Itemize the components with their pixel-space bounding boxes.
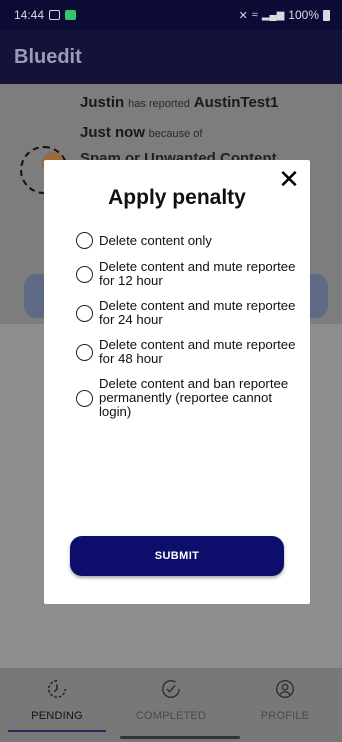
dialog-title: Apply penalty	[108, 186, 246, 209]
option-delete-only[interactable]: Delete content only	[76, 232, 296, 249]
radio-button[interactable]	[76, 304, 93, 322]
option-label: Delete content and mute reportee for 12 …	[99, 259, 296, 288]
option-label: Delete content and mute reportee for 48 …	[99, 337, 296, 366]
radio-button[interactable]	[76, 265, 93, 283]
option-mute-48h[interactable]: Delete content and mute reportee for 48 …	[76, 338, 296, 366]
modal-overlay: ✕ Apply penalty Delete content only Dele…	[0, 0, 342, 742]
submit-button[interactable]: SUBMIT	[70, 536, 284, 576]
option-mute-24h[interactable]: Delete content and mute reportee for 24 …	[76, 299, 296, 327]
option-label: Delete content and ban reportee permanen…	[99, 376, 289, 419]
option-label: Delete content and mute reportee for 24 …	[99, 298, 296, 327]
radio-button[interactable]	[76, 389, 93, 407]
penalty-dialog: ✕ Apply penalty Delete content only Dele…	[44, 160, 310, 604]
penalty-options: Delete content only Delete content and m…	[76, 232, 296, 430]
option-mute-12h[interactable]: Delete content and mute reportee for 12 …	[76, 260, 296, 288]
option-ban-permanent[interactable]: Delete content and ban reportee permanen…	[76, 377, 296, 419]
radio-button[interactable]	[76, 232, 93, 249]
radio-button[interactable]	[76, 343, 93, 361]
option-label: Delete content only	[99, 232, 212, 248]
